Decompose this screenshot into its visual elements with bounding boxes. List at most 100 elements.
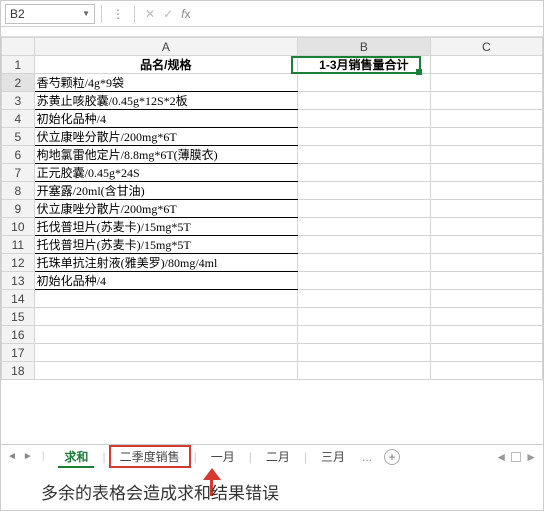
select-all-corner[interactable]: [2, 38, 35, 56]
cell[interactable]: [430, 92, 542, 110]
separator: |: [249, 450, 252, 464]
cell[interactable]: 伏立康唑分散片/200mg*6T: [34, 128, 297, 146]
cell[interactable]: [298, 200, 431, 218]
row-header[interactable]: 2: [2, 74, 35, 92]
cell[interactable]: [430, 200, 542, 218]
tab-nav: ◄ ► |: [7, 451, 53, 462]
cell[interactable]: [298, 290, 431, 308]
cell[interactable]: [298, 308, 431, 326]
cell[interactable]: [298, 182, 431, 200]
name-box[interactable]: B2 ▼: [5, 4, 95, 24]
fx-icon[interactable]: fx: [177, 7, 194, 21]
cell[interactable]: [430, 74, 542, 92]
row-header[interactable]: 6: [2, 146, 35, 164]
cell[interactable]: [430, 182, 542, 200]
row-header[interactable]: 13: [2, 272, 35, 290]
row-header[interactable]: 4: [2, 110, 35, 128]
cell[interactable]: [430, 362, 542, 380]
cell[interactable]: 开塞露/20ml(含甘油): [34, 182, 297, 200]
cell[interactable]: [298, 254, 431, 272]
cell[interactable]: [298, 164, 431, 182]
formula-input[interactable]: [194, 4, 539, 24]
sheet-tab[interactable]: 二月: [255, 445, 301, 468]
cell[interactable]: [430, 218, 542, 236]
cell[interactable]: [298, 92, 431, 110]
col-header-C[interactable]: C: [430, 38, 542, 56]
tab-scroll-right: ◄ ►: [495, 450, 537, 464]
separator: |: [194, 450, 197, 464]
name-box-dropdown-icon[interactable]: ▼: [82, 9, 90, 18]
row-header[interactable]: 3: [2, 92, 35, 110]
scroll-thumb[interactable]: [511, 452, 521, 462]
cell[interactable]: [298, 146, 431, 164]
cell[interactable]: [430, 344, 542, 362]
cell[interactable]: 枸地氯雷他定片/8.8mg*6T(薄膜衣): [34, 146, 297, 164]
cell[interactable]: 1-3月销售量合计: [298, 56, 431, 74]
cancel-icon[interactable]: ✕: [141, 7, 159, 21]
row-header[interactable]: 1: [2, 56, 35, 74]
cell[interactable]: 初始化品种/4: [34, 110, 297, 128]
cell[interactable]: 香芍颗粒/4g*9袋: [34, 74, 297, 92]
cell[interactable]: [298, 110, 431, 128]
row-header[interactable]: 11: [2, 236, 35, 254]
row-header[interactable]: 15: [2, 308, 35, 326]
cell[interactable]: 托伐普坦片(苏麦卡)/15mg*5T: [34, 236, 297, 254]
confirm-icon[interactable]: ✓: [159, 7, 177, 21]
tab-overflow-icon[interactable]: ...: [356, 450, 378, 464]
row-header[interactable]: 10: [2, 218, 35, 236]
scroll-left-icon[interactable]: ◄: [495, 450, 507, 464]
sheet-tab-active[interactable]: 求和: [53, 445, 99, 468]
cell[interactable]: 初始化品种/4: [34, 272, 297, 290]
row-header[interactable]: 9: [2, 200, 35, 218]
tab-nav-prev-icon[interactable]: ◄: [7, 451, 17, 462]
row-header[interactable]: 8: [2, 182, 35, 200]
row-header[interactable]: 16: [2, 326, 35, 344]
cell[interactable]: [298, 218, 431, 236]
cell[interactable]: [430, 110, 542, 128]
cell[interactable]: [298, 236, 431, 254]
row-header[interactable]: 7: [2, 164, 35, 182]
row-header[interactable]: 14: [2, 290, 35, 308]
cell[interactable]: [298, 344, 431, 362]
cell[interactable]: 伏立康唑分散片/200mg*6T: [34, 200, 297, 218]
cell[interactable]: [34, 290, 297, 308]
cell[interactable]: [298, 128, 431, 146]
cell[interactable]: [34, 344, 297, 362]
cell[interactable]: 苏黄止咳胶囊/0.45g*12S*2板: [34, 92, 297, 110]
cell[interactable]: 正元胶囊/0.45g*24S: [34, 164, 297, 182]
sheet-tab-highlighted[interactable]: 二季度销售: [109, 445, 191, 468]
cell[interactable]: [430, 236, 542, 254]
cell[interactable]: [430, 56, 542, 74]
cell[interactable]: [298, 74, 431, 92]
row-header[interactable]: 18: [2, 362, 35, 380]
cell[interactable]: [430, 254, 542, 272]
cell[interactable]: 托伐普坦片(苏麦卡)/15mg*5T: [34, 218, 297, 236]
add-sheet-button[interactable]: +: [384, 449, 400, 465]
cell[interactable]: [430, 326, 542, 344]
cell[interactable]: [298, 272, 431, 290]
row-header[interactable]: 17: [2, 344, 35, 362]
cell[interactable]: [298, 362, 431, 380]
spreadsheet-grid[interactable]: A B C 1 品名/规格 1-3月销售量合计 2香芍颗粒/4g*9袋3苏黄止咳…: [1, 37, 543, 407]
row-header[interactable]: 5: [2, 128, 35, 146]
col-header-B[interactable]: B: [298, 38, 431, 56]
cell[interactable]: [430, 308, 542, 326]
cell[interactable]: [430, 272, 542, 290]
sheet-tab[interactable]: 三月: [310, 445, 356, 468]
cell[interactable]: [430, 128, 542, 146]
cell[interactable]: [34, 362, 297, 380]
sheet-tab[interactable]: 一月: [200, 445, 246, 468]
row-header[interactable]: 12: [2, 254, 35, 272]
cell[interactable]: [298, 326, 431, 344]
cell[interactable]: 品名/规格: [34, 56, 297, 74]
cell[interactable]: [430, 146, 542, 164]
cell[interactable]: 托珠单抗注射液(雅美罗)/80mg/4ml: [34, 254, 297, 272]
col-header-A[interactable]: A: [34, 38, 297, 56]
cell[interactable]: [430, 290, 542, 308]
cell[interactable]: [430, 164, 542, 182]
cell[interactable]: [34, 308, 297, 326]
dots-icon[interactable]: ⋮: [108, 7, 128, 21]
cell[interactable]: [34, 326, 297, 344]
scroll-right-icon[interactable]: ►: [525, 450, 537, 464]
tab-nav-next-icon[interactable]: ►: [23, 451, 33, 462]
